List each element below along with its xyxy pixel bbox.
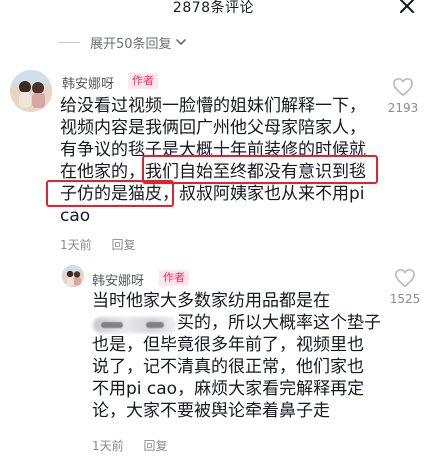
avatar[interactable]: [62, 265, 84, 287]
comment-text-line: 论，大家不要被舆论牵着鼻子走: [92, 401, 330, 421]
comment-count-title: 2878条评论: [172, 0, 255, 16]
chevron-down-icon: [175, 39, 186, 45]
divider-line: [58, 41, 80, 43]
comments-header: 2878条评论: [0, 0, 427, 22]
comment-text-line: 不用pi cao，麻烦大家看完解释再定: [92, 379, 365, 399]
expand-replies-button[interactable]: 展开50条回复: [58, 33, 187, 52]
comment-username[interactable]: 韩安娜呀: [92, 270, 144, 289]
heart-outline-icon: [395, 269, 415, 287]
comment-time: 1天前: [60, 238, 92, 252]
comment-username[interactable]: 韩安娜呀: [62, 73, 114, 92]
comment-meta: 1天前 回复: [60, 236, 135, 253]
author-badge: 作者: [159, 270, 189, 286]
comment-time: 1天前: [92, 439, 124, 453]
comment-meta: 1天前 回复: [92, 437, 167, 454]
reply-button[interactable]: 回复: [111, 238, 135, 252]
comment-text-line: 子仿的是猫皮，叔叔阿姨家也从来不用pi: [60, 184, 365, 204]
avatar[interactable]: [10, 70, 52, 112]
author-badge: 作者: [128, 73, 158, 89]
comment-text-line: 在他家的，我们自始至终都没有意识到毯: [60, 162, 366, 182]
comment-text-line: 说了，记不清真的很正常，他们家也: [92, 357, 364, 377]
obscured-text-mark: [101, 322, 123, 328]
comment-text-line: 当时他家大多数家纺用品都是在: [92, 291, 330, 311]
close-icon[interactable]: [397, 0, 417, 16]
comment-text-line: 买的，所以大概率这个垫子: [177, 313, 381, 333]
obscured-text-mark: [146, 322, 164, 328]
reply-button[interactable]: 回复: [143, 439, 167, 453]
expand-replies-label: 展开50条回复: [90, 36, 172, 52]
comment-text-line: 给没看过视频一脸懵的姐妹们解释一下，: [60, 96, 366, 116]
like-button[interactable]: 1525: [385, 268, 425, 306]
like-count: 2193: [387, 101, 419, 115]
like-count: 1525: [389, 292, 421, 306]
comment-text-line: 也是，但毕竟很多年前了，视频里也: [92, 335, 364, 355]
comment-text-line: cao: [60, 206, 91, 226]
comment-text-line: 有争议的毯子是大概十年前装修的时候就: [60, 140, 366, 160]
like-button[interactable]: 2193: [383, 77, 423, 115]
comment-text-line: 视频内容是我俩回广州他父母家陪家人，: [60, 118, 366, 138]
heart-outline-icon: [393, 78, 413, 96]
